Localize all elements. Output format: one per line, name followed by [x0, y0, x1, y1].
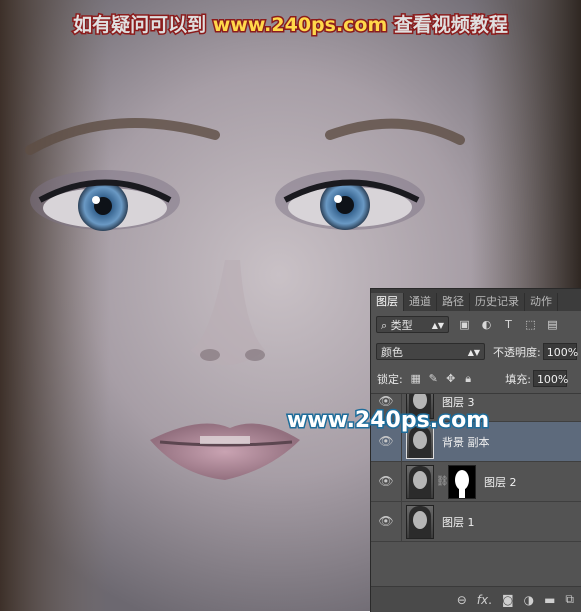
- filter-adjustment-icon[interactable]: ◐: [480, 319, 493, 330]
- layer-thumbnail: [406, 504, 434, 539]
- filter-row: ⌕ 类型 ▲▼ ▣ ◐ T ⬚ ▤: [371, 311, 581, 338]
- layers-panel: 图层 通道 路径 历史记录 动作 ⌕ 类型 ▲▼ ▣ ◐ T ⬚ ▤ 颜色 ▲▼ 不…: [370, 288, 581, 612]
- lock-paint-icon[interactable]: ✎: [426, 372, 440, 385]
- link-layers-icon[interactable]: ⊖: [457, 593, 467, 607]
- banner-text-right: 查看视频教程: [392, 13, 509, 38]
- filter-pixel-icon[interactable]: ▣: [458, 319, 471, 330]
- lock-all-icon[interactable]: 🔒︎: [461, 372, 475, 386]
- lock-transparency-icon[interactable]: ▦: [409, 372, 423, 385]
- layer-name[interactable]: 背景 副本: [442, 434, 490, 450]
- filter-kind-value: 类型: [390, 319, 413, 332]
- new-group-folder-icon[interactable]: ▬: [544, 593, 555, 607]
- fill-label: 填充:: [505, 372, 531, 386]
- filter-kind-select[interactable]: ⌕ 类型 ▲▼: [376, 316, 449, 333]
- tab-actions[interactable]: 动作: [525, 293, 558, 311]
- filter-shape-icon[interactable]: ⬚: [524, 319, 537, 330]
- lock-row: 锁定: ▦ ✎ ✥ 🔒︎ 填充: 100%: [371, 365, 581, 392]
- filter-type-icon[interactable]: T: [502, 319, 515, 330]
- filter-smartobject-icon[interactable]: ▤: [546, 319, 559, 330]
- layer-mask-thumbnail[interactable]: [448, 464, 476, 499]
- layer-style-fx-icon[interactable]: fx.: [477, 593, 492, 607]
- tab-layers[interactable]: 图层: [371, 293, 404, 311]
- banner-url[interactable]: www.240ps.com: [211, 13, 389, 38]
- panel-tabs: 图层 通道 路径 历史记录 动作: [371, 289, 581, 311]
- visibility-eye-icon[interactable]: 👁︎: [371, 462, 402, 501]
- lock-move-icon[interactable]: ✥: [444, 372, 458, 385]
- tab-paths[interactable]: 路径: [437, 293, 470, 311]
- lock-label: 锁定:: [377, 372, 403, 386]
- blend-row: 颜色 ▲▼ 不透明度: 100%: [371, 338, 581, 365]
- layer-name[interactable]: 图层 1: [442, 514, 475, 530]
- watermark: www.240ps.com: [285, 407, 490, 435]
- chevron-down-icon: ▲▼: [431, 321, 444, 330]
- chevron-down-icon: ▲▼: [467, 348, 480, 357]
- blend-mode-select[interactable]: 颜色 ▲▼: [376, 343, 485, 360]
- blend-mode-value: 颜色: [381, 346, 403, 359]
- layer-row[interactable]: 👁︎ ⛓ 图层 2: [371, 462, 581, 502]
- mask-link-icon[interactable]: ⛓: [436, 476, 449, 487]
- new-layer-icon[interactable]: ⧉: [565, 592, 574, 607]
- banner-text-left: 如有疑问可以到: [72, 13, 208, 38]
- opacity-label: 不透明度:: [493, 345, 541, 359]
- layer-thumbnail: [406, 464, 434, 499]
- fill-input[interactable]: 100%: [532, 370, 568, 387]
- tutorial-banner: 如有疑问可以到 www.240ps.com 查看视频教程: [0, 10, 581, 38]
- search-icon: ⌕: [381, 319, 391, 332]
- opacity-input[interactable]: 100%: [542, 343, 578, 360]
- tab-history[interactable]: 历史记录: [470, 293, 525, 311]
- layer-name[interactable]: 图层 2: [484, 474, 517, 490]
- visibility-eye-icon[interactable]: 👁︎: [371, 502, 402, 541]
- panel-bottom-toolbar: ⊖ fx. ◙ ◑ ▬ ⧉: [371, 586, 581, 612]
- adjustment-layer-icon[interactable]: ◑: [524, 593, 534, 607]
- tab-channels[interactable]: 通道: [404, 293, 437, 311]
- layer-row[interactable]: 👁︎ 图层 1: [371, 502, 581, 542]
- add-mask-icon[interactable]: ◙: [502, 593, 514, 607]
